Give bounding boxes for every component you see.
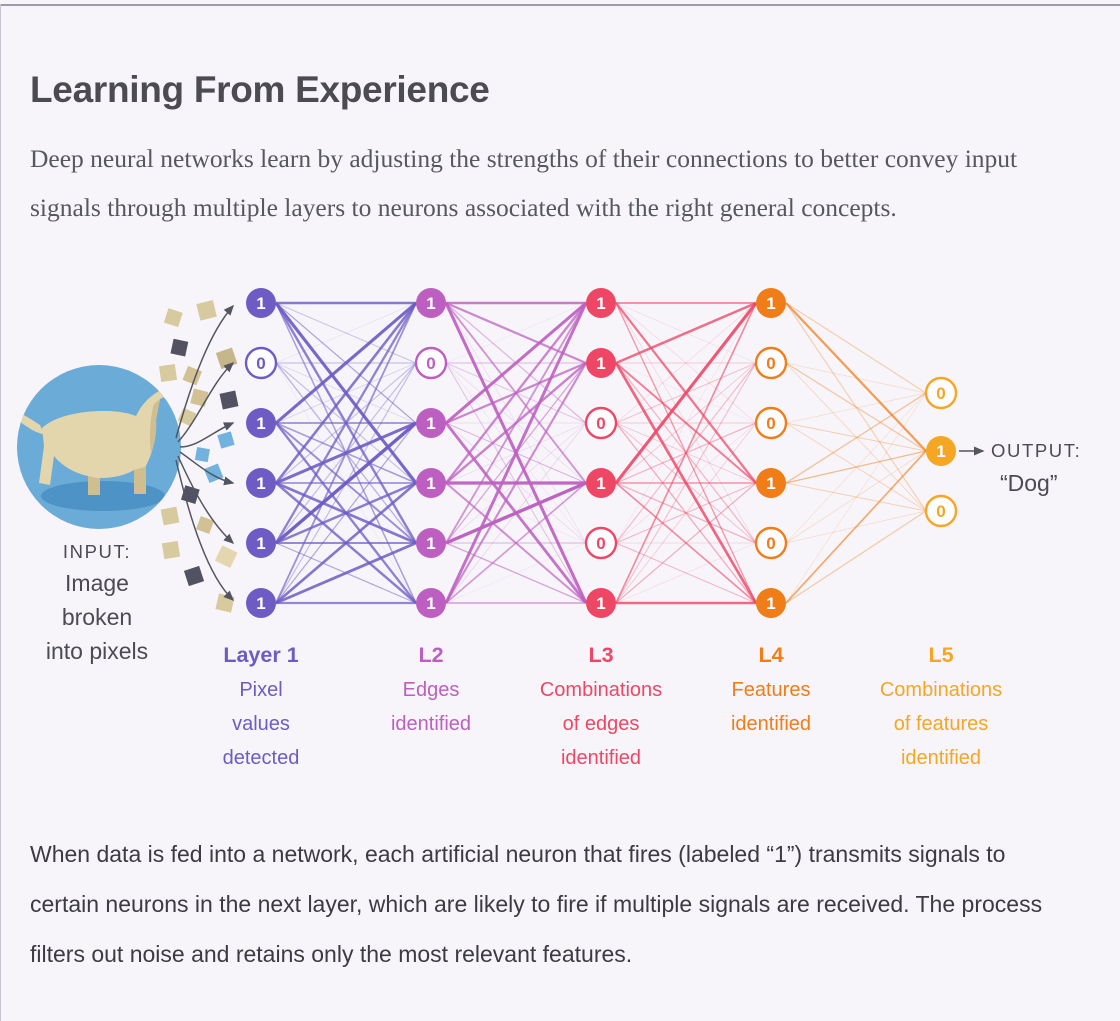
layer-subline-l2-2: identified	[391, 713, 471, 735]
neuron-node[interactable]: 0	[244, 346, 278, 380]
top-divider-rule	[0, 4, 1120, 6]
neural-network-diagram: INPUT: Image broken into pixels 1 0 1 1 1 1 1 0…	[0, 270, 1120, 790]
neuron-node[interactable]: 0	[754, 406, 788, 440]
neuron-value: 0	[596, 534, 605, 553]
network-nodes: 1 0 1 1 1 1 1 0 1 1 1 1 1 1 0 1 0 1 1 0 0 1 0 1 0 1 0	[244, 288, 958, 618]
layer-subline-l2-1: Edges	[403, 679, 460, 701]
neuron-value: 0	[256, 354, 265, 373]
neuron-value: 1	[426, 474, 435, 493]
neuron-value: 0	[936, 384, 945, 403]
neuron-value: 1	[596, 474, 605, 493]
layer-subline-l5-3: identified	[901, 747, 981, 769]
neuron-value: 0	[766, 534, 775, 553]
output-label-value: “Dog”	[1000, 470, 1058, 496]
neuron-value: 1	[256, 474, 265, 493]
layer-subline-l4-1: Features	[732, 679, 811, 701]
neuron-node[interactable]: 1	[416, 408, 446, 438]
network-edge	[785, 362, 927, 394]
neuron-node[interactable]: 1	[416, 468, 446, 498]
neuron-node[interactable]: 0	[584, 526, 618, 560]
layer-subline-l1-3: detected	[223, 747, 300, 769]
network-edge	[785, 510, 927, 604]
network-edge	[785, 392, 927, 424]
neuron-node[interactable]: 0	[754, 346, 788, 380]
neuron-value: 1	[766, 594, 775, 613]
neuron-node[interactable]: 1	[246, 468, 276, 498]
neuron-node[interactable]: 1	[586, 348, 616, 378]
neuron-value: 0	[596, 414, 605, 433]
layer-heading-l3: L3	[588, 643, 613, 667]
neuron-node[interactable]: 1	[586, 288, 616, 318]
output-group: OUTPUT: “Dog”	[959, 440, 1081, 496]
neuron-node[interactable]: 0	[754, 526, 788, 560]
neuron-node[interactable]: 1	[756, 468, 786, 498]
input-label: INPUT: Image broken into pixels	[46, 541, 148, 664]
layer-subline-l3-1: Combinations	[540, 679, 662, 701]
neuron-node[interactable]: 1	[756, 588, 786, 618]
neuron-value: 1	[256, 294, 265, 313]
network-edge	[785, 450, 927, 484]
network-edge	[785, 392, 927, 544]
input-label-line-2: broken	[62, 604, 132, 630]
neuron-node[interactable]: 1	[416, 288, 446, 318]
layer-heading-l4: L4	[758, 643, 783, 667]
neuron-node[interactable]: 1	[586, 588, 616, 618]
layer-labels: Layer 1 Pixel values detected L2 Edges identif…	[223, 643, 1003, 769]
neuron-node[interactable]: 0	[924, 494, 958, 528]
neuron-value: 0	[766, 414, 775, 433]
layer-subline-l5-1: Combinations	[880, 679, 1002, 701]
neuron-value: 1	[596, 354, 605, 373]
input-label-line-3: into pixels	[46, 638, 148, 664]
layer-heading-l1: Layer 1	[223, 643, 298, 667]
layer-subline-l1-2: values	[232, 713, 290, 735]
page-title: Learning From Experience	[30, 68, 490, 110]
neuron-value: 1	[426, 414, 435, 433]
neuron-value: 0	[426, 354, 435, 373]
neuron-node[interactable]: 1	[756, 288, 786, 318]
neuron-node[interactable]: 1	[416, 588, 446, 618]
neuron-value: 1	[596, 594, 605, 613]
neuron-node[interactable]: 1	[586, 468, 616, 498]
input-label-line-1: Image	[65, 570, 129, 596]
layer-subline-l4-2: identified	[731, 713, 811, 735]
network-edge	[785, 302, 927, 452]
neuron-value: 0	[766, 354, 775, 373]
neuron-value: 1	[426, 594, 435, 613]
neuron-value: 1	[426, 294, 435, 313]
neuron-node[interactable]: 1	[416, 528, 446, 558]
neuron-node[interactable]: 1	[246, 288, 276, 318]
neuron-value: 0	[936, 502, 945, 521]
infographic-page: Learning From Experience Deep neural net…	[0, 0, 1120, 1021]
neuron-value: 1	[936, 442, 945, 461]
layer-subline-l3-3: identified	[561, 747, 641, 769]
neuron-value: 1	[766, 474, 775, 493]
network-edge	[785, 450, 927, 544]
neuron-node[interactable]: 1	[246, 588, 276, 618]
neuron-value: 1	[256, 534, 265, 553]
neuron-node[interactable]: 1	[246, 528, 276, 558]
layer-subline-l5-2: of features	[894, 713, 989, 735]
neuron-value: 1	[426, 534, 435, 553]
layer-subline-l1-1: Pixel	[239, 679, 282, 701]
neuron-value: 1	[256, 594, 265, 613]
input-label-caps: INPUT:	[63, 541, 131, 562]
neuron-node[interactable]: 0	[924, 376, 958, 410]
neuron-node[interactable]: 0	[414, 346, 448, 380]
neuron-value: 1	[766, 294, 775, 313]
network-edge	[785, 450, 927, 604]
input-image-group	[17, 365, 181, 529]
figure-caption: When data is fed into a network, each ar…	[30, 841, 1043, 967]
neuron-node[interactable]: 1	[926, 436, 956, 466]
neuron-value: 1	[256, 414, 265, 433]
neuron-node[interactable]: 1	[246, 408, 276, 438]
layer-subline-l3-2: of edges	[563, 713, 640, 735]
layer-heading-l5: L5	[928, 643, 953, 667]
layer-heading-l2: L2	[418, 643, 443, 667]
neuron-value: 1	[596, 294, 605, 313]
page-deck: Deep neural networks learn by adjusting …	[30, 143, 1018, 222]
network-svg: INPUT: Image broken into pixels 1 0 1 1 1 1 1 0…	[17, 288, 1081, 769]
network-edge	[785, 302, 927, 394]
neuron-node[interactable]: 0	[584, 406, 618, 440]
output-label-caps: OUTPUT:	[991, 440, 1081, 461]
